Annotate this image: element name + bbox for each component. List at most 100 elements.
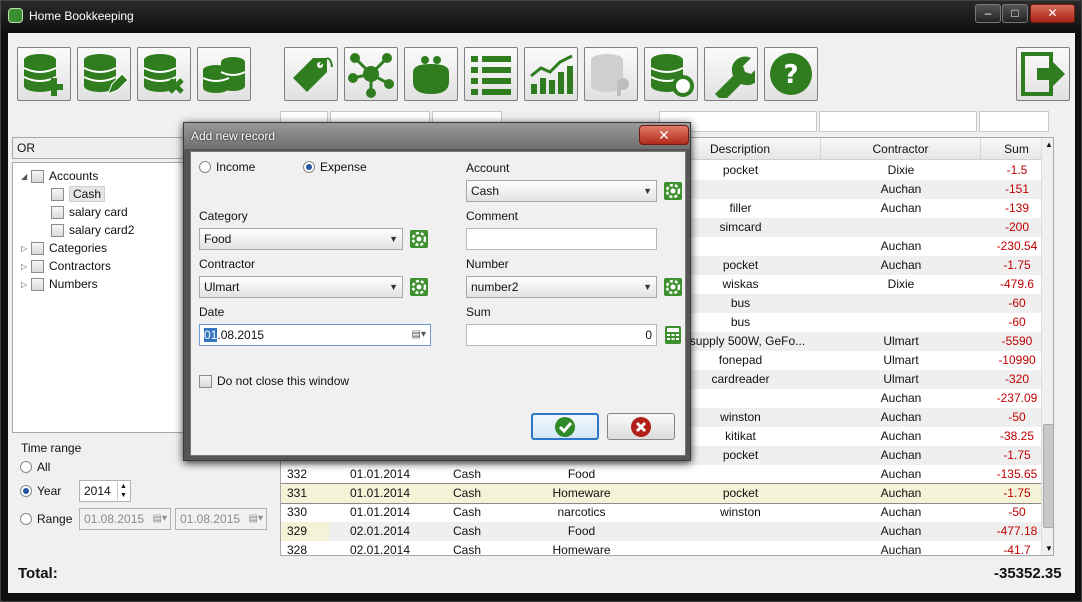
close-window-button[interactable]: ✕ [1030, 4, 1075, 23]
tree-checkbox[interactable] [51, 205, 64, 219]
tree-checkbox[interactable] [51, 223, 64, 237]
help-icon: ? [770, 53, 812, 95]
add-record-button[interactable] [17, 47, 71, 101]
settings-button[interactable] [704, 47, 758, 101]
cell-contractor: Auchan [880, 543, 922, 556]
scroll-thumb[interactable] [1043, 424, 1053, 528]
sum-label: Sum [466, 305, 491, 319]
calendar-dropdown-icon[interactable]: ▤▾ [249, 509, 263, 529]
range-from-value: 01.08.2015 [84, 512, 145, 526]
radio-off-icon [199, 161, 211, 173]
expand-arrow-icon[interactable]: ▷ [21, 244, 31, 253]
filter-contractor[interactable] [819, 111, 977, 132]
account-select[interactable]: Cash ▼ [466, 180, 657, 202]
category-settings-button[interactable] [408, 228, 430, 250]
calendar-dropdown-icon[interactable]: ▤▾ [412, 325, 426, 345]
income-label: Income [216, 160, 256, 174]
number-settings-button[interactable] [662, 276, 684, 298]
table-row[interactable]: 329 02.01.2014 Cash Food Auchan -477.18 [281, 522, 1041, 541]
help-button[interactable]: ? [764, 47, 818, 101]
copy-records-button[interactable] [197, 47, 251, 101]
exit-icon [1021, 52, 1065, 96]
ok-button[interactable] [531, 413, 599, 440]
tree-checkbox[interactable] [31, 241, 44, 255]
range-all-radio[interactable]: All [20, 460, 50, 474]
account-settings-button[interactable] [662, 180, 684, 202]
income-radio[interactable]: Income [199, 160, 255, 174]
tree-node[interactable]: salary card [41, 203, 128, 221]
protect-database-button[interactable] [584, 47, 638, 101]
scroll-down-icon[interactable]: ▼ [1045, 544, 1053, 553]
tree-checkbox[interactable] [31, 277, 44, 291]
range-all-label: All [37, 460, 51, 474]
filter-sum[interactable] [979, 111, 1049, 132]
tree-checkbox[interactable] [31, 169, 44, 183]
keep-open-label: Do not close this window [217, 374, 350, 388]
accounts-button[interactable] [404, 47, 458, 101]
comment-input[interactable] [466, 228, 657, 250]
tree-node[interactable]: ▷ Numbers [21, 275, 98, 293]
scroll-up-icon[interactable]: ▲ [1045, 140, 1053, 149]
svg-text:?: ? [783, 60, 798, 90]
restore-database-button[interactable] [644, 47, 698, 101]
minimize-button[interactable]: – [975, 4, 1001, 23]
cell-account: Cash [452, 467, 481, 481]
cell-contractor: Ulmart [883, 334, 919, 348]
tree-node[interactable]: ▷ Categories [21, 239, 107, 257]
table-row[interactable]: 328 02.01.2014 Cash Homeware Auchan -41.7 [281, 541, 1041, 556]
contractor-settings-button[interactable] [408, 276, 430, 298]
cell-date: 01.01.2014 [349, 467, 411, 481]
grid-scrollbar[interactable]: ▲ ▼ [1041, 138, 1053, 555]
total-label: Total: [18, 565, 58, 582]
number-select[interactable]: number2 ▼ [466, 276, 657, 298]
range-year-radio[interactable]: Year [20, 484, 61, 498]
maximize-button[interactable]: □ [1002, 4, 1028, 23]
list-button[interactable] [464, 47, 518, 101]
categories-button[interactable] [284, 47, 338, 101]
total-value: -35352.35 [994, 565, 1062, 582]
edit-record-button[interactable] [77, 47, 131, 101]
expand-arrow-icon[interactable]: ◢ [21, 172, 31, 181]
gear-icon [410, 230, 428, 248]
table-row[interactable]: 330 01.01.2014 Cash narcotics winston Auchan -… [281, 503, 1041, 522]
cell-contractor: Ulmart [883, 372, 919, 386]
expense-label: Expense [320, 160, 367, 174]
spinner-arrows-icon[interactable]: ▲ ▼ [117, 482, 129, 500]
cell-num: 328 [287, 543, 308, 556]
cancel-button[interactable] [607, 413, 675, 440]
cell-contractor [821, 294, 981, 313]
tree-node-label: Contractors [49, 259, 112, 273]
exit-button[interactable] [1016, 47, 1070, 101]
category-select[interactable]: Food ▼ [199, 228, 403, 250]
tree-node[interactable]: ▷ Contractors [21, 257, 111, 275]
calendar-dropdown-icon[interactable]: ▤▾ [153, 509, 167, 529]
expand-arrow-icon[interactable]: ▷ [21, 280, 31, 289]
range-range-label: Range [37, 512, 73, 526]
keep-open-checkbox[interactable]: Do not close this window [199, 374, 349, 388]
expand-arrow-icon[interactable]: ▷ [21, 262, 31, 271]
range-to-date[interactable]: 01.08.2015 ▤▾ [175, 508, 267, 530]
cell-num: 331 [287, 486, 308, 500]
date-input[interactable]: 01.08.2015 ▤▾ [199, 324, 431, 346]
cell-date: 02.01.2014 [349, 543, 411, 556]
expense-radio[interactable]: Expense [303, 160, 367, 174]
dialog-close-button[interactable]: ✕ [639, 125, 689, 145]
tree-node[interactable]: Cash [41, 185, 106, 203]
year-spinner[interactable]: 2014 ▲ ▼ [79, 480, 131, 502]
range-range-radio[interactable]: Range [20, 512, 72, 526]
sum-input[interactable]: 0 [466, 324, 657, 346]
contractor-select[interactable]: Ulmart ▼ [199, 276, 403, 298]
calculator-button[interactable] [662, 324, 684, 346]
delete-record-button[interactable] [137, 47, 191, 101]
table-row[interactable]: 331 01.01.2014 Cash Homeware pocket Auchan -1.… [281, 483, 1042, 504]
range-from-date[interactable]: 01.08.2015 ▤▾ [79, 508, 171, 530]
header-contractor[interactable]: Contractor [821, 138, 981, 160]
tree-checkbox[interactable] [31, 259, 44, 273]
radio-off-icon [20, 461, 32, 473]
contractors-button[interactable] [344, 47, 398, 101]
table-row[interactable]: 332 01.01.2014 Cash Food Auchan -135.65 [281, 465, 1041, 484]
tree-node[interactable]: ◢ Accounts [21, 167, 98, 185]
reports-button[interactable] [524, 47, 578, 101]
tree-node[interactable]: salary card2 [41, 221, 134, 239]
tree-checkbox[interactable] [51, 187, 64, 201]
